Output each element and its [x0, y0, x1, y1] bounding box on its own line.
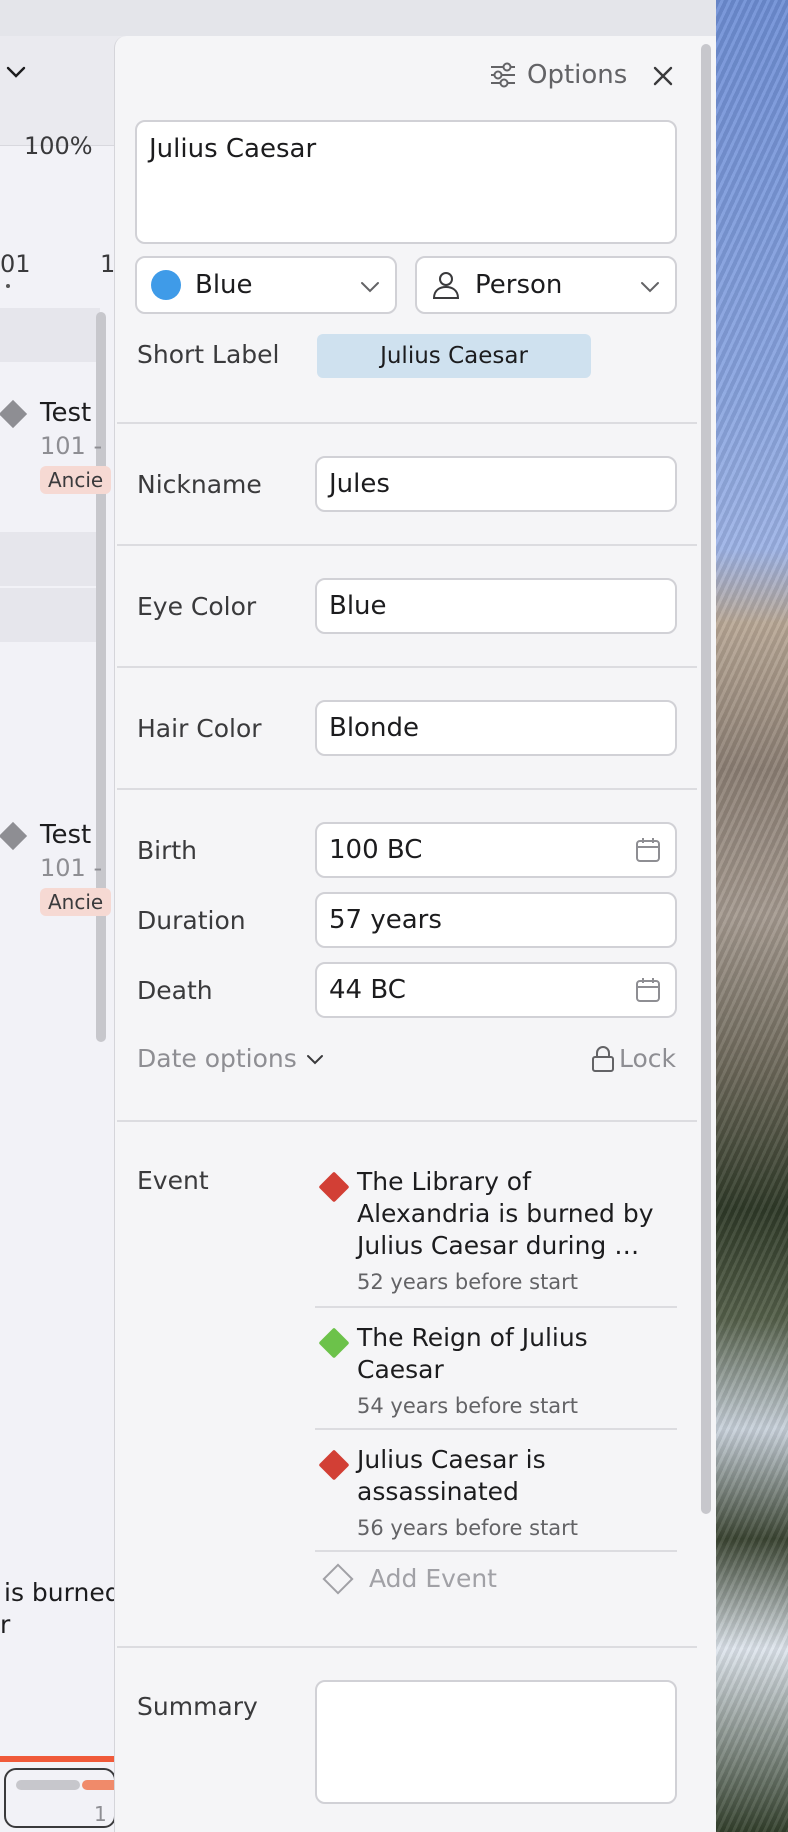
divider [315, 1428, 677, 1430]
close-icon[interactable] [649, 62, 677, 90]
lock-icon [592, 1045, 614, 1072]
person-icon [432, 272, 460, 299]
axis-tick-label: 1 [100, 250, 116, 278]
timeline-range-bar [0, 1756, 114, 1762]
birth-date-value: 100 BC [329, 835, 423, 865]
divider [315, 1306, 677, 1308]
chevron-down-icon [641, 282, 659, 293]
short-label-chip[interactable]: Julius Caesar [317, 334, 591, 378]
event-item[interactable]: Julius Caesar is assassinated 56 years b… [315, 1444, 677, 1544]
chevron-down-icon [306, 1054, 323, 1064]
type-select-label: Person [475, 270, 563, 300]
summary-input[interactable] [315, 1680, 677, 1804]
item-diamond-icon [0, 821, 28, 851]
add-event-button[interactable]: Add Event [321, 1562, 497, 1595]
add-event-label: Add Event [369, 1564, 497, 1593]
options-label: Options [527, 60, 628, 90]
lock-button[interactable]: Lock [591, 1044, 676, 1073]
color-swatch [151, 270, 181, 300]
minimap-track [16, 1780, 80, 1790]
options-button[interactable]: Options [489, 60, 627, 90]
name-input[interactable]: Julius Caesar [135, 120, 677, 244]
timeline-row-band [0, 588, 100, 642]
divider [117, 1646, 697, 1648]
chevron-down-icon [361, 282, 379, 293]
sliders-icon [491, 62, 515, 88]
duration-label: Duration [137, 906, 246, 935]
color-select-label: Blue [195, 270, 253, 300]
timeline-item[interactable]: Test 101 - Ancie [0, 820, 112, 930]
item-tag: Ancie [40, 466, 112, 494]
divider [117, 788, 697, 790]
event-title: The Reign of Julius Caesar [357, 1323, 588, 1384]
nickname-label: Nickname [137, 470, 262, 499]
timeline-titlebar [0, 0, 716, 36]
timeline-event-text: r [0, 1610, 11, 1639]
divider [117, 666, 697, 668]
inspector-panel: Options Julius Caesar Blue Person Short … [114, 36, 716, 1832]
summary-label: Summary [137, 1692, 258, 1721]
death-label: Death [137, 976, 213, 1005]
event-relative-time: 54 years before start [357, 1394, 579, 1418]
duration-field[interactable]: 57 years [315, 892, 677, 948]
divider [117, 422, 697, 424]
event-item[interactable]: The Library of Alexandria is burned by J… [315, 1166, 677, 1294]
event-diamond-icon [318, 1327, 350, 1359]
add-diamond-icon [322, 1562, 354, 1595]
event-item[interactable]: The Reign of Julius Caesar 54 years befo… [315, 1322, 677, 1422]
timeline-minimap[interactable]: 1 [4, 1768, 122, 1828]
event-title: The Library of Alexandria is burned by J… [357, 1167, 654, 1260]
event-diamond-icon [318, 1449, 350, 1481]
event-title: Julius Caesar is assassinated [357, 1445, 546, 1506]
hair-color-field[interactable]: Blonde [315, 700, 677, 756]
calendar-icon[interactable] [635, 837, 661, 863]
item-name: Test [40, 820, 92, 850]
divider [315, 1550, 677, 1552]
item-date: 101 - [40, 854, 103, 882]
item-date: 101 - [40, 432, 103, 460]
event-relative-time: 52 years before start [357, 1270, 579, 1294]
timeline-event-text: is burned [4, 1578, 121, 1607]
panel-scrollbar[interactable] [701, 44, 711, 1514]
item-tag: Ancie [40, 888, 112, 916]
birth-label: Birth [137, 836, 198, 865]
type-select[interactable]: Person [415, 256, 677, 314]
eye-color-field[interactable]: Blue [315, 578, 677, 634]
chevron-down-icon[interactable] [4, 60, 28, 84]
event-diamond-icon [318, 1171, 350, 1203]
death-date-field[interactable]: 44 BC [315, 962, 677, 1018]
calendar-icon[interactable] [635, 977, 661, 1003]
minimap-number: 1 [94, 1802, 107, 1826]
event-relative-time: 56 years before start [357, 1516, 579, 1540]
item-name: Test [40, 398, 92, 428]
timeline-row-band [0, 308, 100, 362]
eye-color-label: Eye Color [137, 592, 257, 621]
color-select[interactable]: Blue [135, 256, 397, 314]
date-options-toggle[interactable]: Date options [137, 1044, 325, 1073]
hair-color-label: Hair Color [137, 714, 262, 743]
divider [117, 1120, 697, 1122]
event-label: Event [137, 1166, 209, 1195]
axis-tick-label: 01 [0, 250, 31, 278]
lock-label: Lock [619, 1044, 677, 1073]
date-options-label: Date options [137, 1044, 297, 1073]
short-label-label: Short Label [137, 340, 280, 369]
timeline-row-band [0, 532, 100, 586]
item-diamond-icon [0, 399, 28, 429]
desktop-wallpaper [713, 0, 788, 1832]
axis-tick-dot [6, 284, 10, 288]
zoom-level[interactable]: 100% [24, 132, 93, 160]
divider [117, 544, 697, 546]
birth-date-field[interactable]: 100 BC [315, 822, 677, 878]
nickname-field[interactable]: Jules [315, 456, 677, 512]
wallpaper-texture [713, 0, 788, 1832]
timeline-item[interactable]: Test 101 - Ancie [0, 398, 112, 508]
death-date-value: 44 BC [329, 975, 406, 1005]
